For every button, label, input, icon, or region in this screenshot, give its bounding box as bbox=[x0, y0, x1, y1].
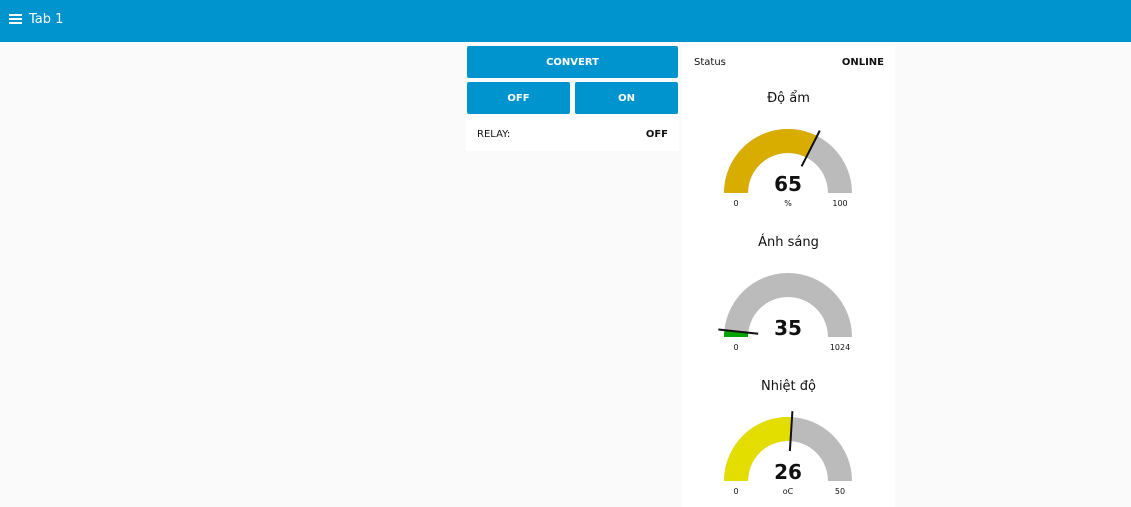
status-label: Status bbox=[694, 57, 726, 68]
gauge-units: % bbox=[784, 199, 792, 208]
gauge-max-label: 50 bbox=[835, 487, 845, 496]
temperature-gauge: 26 oC 0 50 bbox=[724, 411, 852, 496]
gauge-units: oC bbox=[783, 487, 794, 496]
humidity-gauge-title: Độ ẩm bbox=[767, 91, 810, 106]
convert-button[interactable]: CONVERT bbox=[467, 46, 678, 78]
on-button[interactable]: ON bbox=[575, 82, 678, 114]
gauge-min-label: 0 bbox=[733, 199, 738, 208]
gauge-min-label: 0 bbox=[733, 487, 738, 496]
gauge-max-label: 1024 bbox=[830, 343, 850, 352]
humidity-gauge: 65% 0 100 bbox=[724, 129, 852, 208]
menu-icon[interactable] bbox=[9, 14, 22, 26]
relay-status-row: RELAY: OFF bbox=[466, 118, 679, 151]
relay-label: RELAY: bbox=[477, 129, 511, 140]
page-title: Tab 1 bbox=[29, 12, 64, 27]
gauge-fill bbox=[724, 129, 818, 193]
sensor-panel: Status ONLINE Độ ẩm 65% 0 100 Ánh sáng 35 0 102… bbox=[682, 46, 895, 507]
gauge-value: 35 bbox=[774, 316, 802, 340]
relay-value: OFF bbox=[645, 129, 668, 140]
gauge-value: 65 bbox=[774, 172, 802, 196]
temperature-gauge-title: Nhiệt độ bbox=[760, 379, 816, 394]
light-gauge: 35 0 1024 bbox=[718, 273, 852, 352]
gauge-value: 26 bbox=[774, 460, 802, 484]
light-gauge-title: Ánh sáng bbox=[758, 235, 819, 250]
off-button[interactable]: OFF bbox=[467, 82, 570, 114]
gauge-min-label: 0 bbox=[733, 343, 738, 352]
status-value: ONLINE bbox=[841, 57, 884, 68]
top-bar: Tab 1 bbox=[0, 0, 1131, 42]
gauge-max-label: 100 bbox=[832, 199, 847, 208]
